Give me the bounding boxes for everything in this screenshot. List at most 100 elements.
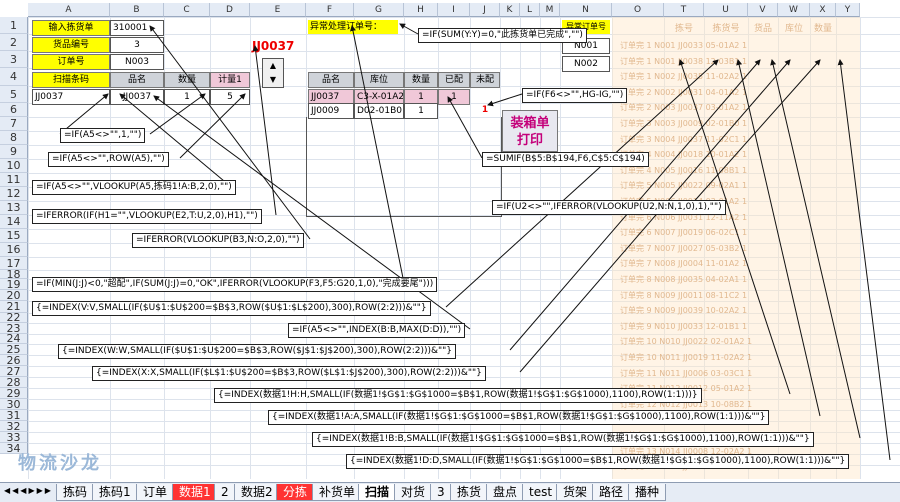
- formula-callout-index-b: {=INDEX(数据1!B:B,SMALL(IF(数据1!$G$1:$G$100…: [312, 432, 814, 447]
- column-header[interactable]: X: [810, 3, 836, 17]
- cell-c5[interactable]: 1: [164, 89, 210, 105]
- formula-callout-index-v: {=INDEX(V:V,SMALL(IF($U$1:$U$200=$B$3,RO…: [32, 301, 431, 316]
- row-header[interactable]: 3: [0, 51, 28, 68]
- row-header[interactable]: 12: [0, 187, 28, 201]
- row-header[interactable]: 4: [0, 68, 28, 86]
- sheet-tab-bar[interactable]: ◀◀◀▶▶▶ 拣码 拣码1 订单 数据1 2 数据2 分拣 补货单 扫描 对货 3 拣货 盘点 test 货…: [0, 482, 900, 502]
- column-header[interactable]: K: [500, 3, 520, 17]
- cell-a4-label: 扫描条码: [32, 72, 110, 88]
- sheet-tab[interactable]: 拣码: [56, 484, 95, 501]
- row-header[interactable]: 16: [0, 243, 28, 257]
- sheet-tab[interactable]: 分拣: [276, 484, 315, 501]
- cell-a1-label: 输入拣货单: [32, 20, 110, 36]
- formula-callout-sum-y: =IF(SUM(Y:Y)=0,"此拣货单已完成",""): [418, 28, 587, 43]
- cell-c4-header: 数量: [164, 72, 210, 88]
- faint-data-row: 订单完 7 N007 JJ0027 05-03B2 1: [620, 243, 748, 253]
- column-header[interactable]: C: [164, 3, 210, 17]
- column-header[interactable]: A: [28, 3, 110, 17]
- formula-callout-min: =IF(MIN(J:J)<0,"超配",IF(SUM(J:J)=0,"OK",I…: [32, 277, 438, 292]
- column-header[interactable]: N: [560, 3, 612, 17]
- cell-d5[interactable]: 5: [210, 89, 250, 105]
- row-header[interactable]: 7: [0, 117, 28, 131]
- print-packing-list-button[interactable]: 装箱单 打印: [502, 110, 558, 152]
- row-header[interactable]: 10: [0, 159, 28, 173]
- cell-b5[interactable]: JJ0037: [110, 89, 164, 105]
- sheet-tab[interactable]: test: [522, 484, 560, 501]
- faint-data-row: 订单完 8 N008 JJ0035 04-02A1 1: [620, 275, 748, 284]
- spin-down-icon[interactable]: ▼: [263, 73, 283, 87]
- column-header[interactable]: O: [612, 3, 664, 17]
- faint-data-row: 订单完 2 N002 JJ0031 04-01A2 1: [620, 87, 748, 97]
- sheet-tab[interactable]: 订单: [136, 484, 175, 501]
- sheet-tab[interactable]: 补货单: [312, 484, 363, 501]
- column-header[interactable]: E: [250, 3, 306, 17]
- cell-b1-value[interactable]: 310001: [110, 20, 164, 36]
- formula-callout-iferror-h1: =IFERROR(IF(H1="",VLOOKUP(E2,T:U,2,0),H1…: [32, 209, 262, 224]
- sheet-tab[interactable]: 对货: [394, 484, 433, 501]
- formula-callout-index-h: {=INDEX(数据1!H:H,SMALL(IF(数据1!$G$1:$G$100…: [214, 388, 702, 403]
- sheet-tab[interactable]: 货架: [556, 484, 595, 501]
- faint-data-row: 订单完 3 N003 JJ0009 02-01B0 1: [620, 119, 748, 128]
- row-header[interactable]: 1: [0, 17, 28, 34]
- cell-i5[interactable]: 1: [438, 89, 470, 105]
- faint-data-row: 订单完 7 N008 JJ0004 11-01A2 1: [620, 259, 748, 269]
- faint-data-row: 订单完 8 N009 JJ0011 08-11C2 1: [620, 290, 748, 300]
- column-header[interactable]: D: [210, 3, 250, 17]
- row-header[interactable]: 6: [0, 103, 28, 117]
- column-header[interactable]: I: [438, 3, 470, 17]
- formula-callout-row: =IF(A5<>"",ROW(A5),""): [48, 152, 169, 167]
- cell-b3-value[interactable]: N003: [110, 54, 164, 70]
- column-header[interactable]: H: [404, 3, 438, 17]
- column-header[interactable]: T: [664, 3, 704, 17]
- row-header[interactable]: 8: [0, 131, 28, 145]
- column-header[interactable]: G: [354, 3, 404, 17]
- sheet-tab[interactable]: 扫描: [358, 484, 397, 501]
- sheet-tab[interactable]: 拣码1: [92, 484, 138, 501]
- cell-t1: 拣号: [674, 24, 693, 34]
- row-header[interactable]: 13: [0, 201, 28, 215]
- row-header[interactable]: 2: [0, 34, 28, 51]
- row-header[interactable]: 5: [0, 86, 28, 103]
- column-header[interactable]: F: [306, 3, 354, 17]
- cell-e2-red: JJ0037: [252, 39, 295, 53]
- faint-data-row: 订单完 6 N007 JJ0019 06-02C1 1: [620, 228, 748, 238]
- column-header[interactable]: B: [110, 3, 164, 17]
- cell-a2-label: 货品编号: [32, 37, 110, 53]
- cell-n3[interactable]: N002: [562, 56, 610, 72]
- column-header[interactable]: L: [520, 3, 540, 17]
- spin-up-icon[interactable]: ▲: [263, 59, 283, 73]
- column-header[interactable]: M: [540, 3, 560, 17]
- column-header[interactable]: U: [704, 3, 748, 17]
- sheet-tab[interactable]: 拣货: [450, 484, 489, 501]
- faint-data-row: 订单完 3 N004 JJ0037 11-02C1 1: [620, 134, 748, 144]
- column-header[interactable]: Y: [836, 3, 860, 17]
- cell-f1-label: 异常处理订单号：: [308, 20, 398, 34]
- row-header[interactable]: 14: [0, 215, 28, 229]
- row-header[interactable]: 9: [0, 145, 28, 159]
- column-header[interactable]: V: [748, 3, 778, 17]
- column-header[interactable]: J: [470, 3, 500, 17]
- cell-b2-value[interactable]: 3: [110, 37, 164, 53]
- formula-callout-vlookup: =IF(A5<>"",VLOOKUP(A5,拣码1!A:B,2,0),""): [32, 180, 236, 195]
- sheet-tab[interactable]: 盘点: [486, 484, 525, 501]
- sheet-tab[interactable]: 数据1: [172, 484, 218, 501]
- cell-j6[interactable]: 1: [470, 103, 500, 117]
- formula-callout-sumif: =SUMIF(B$5:B$194,F6,C$5:C$194): [482, 152, 649, 167]
- sheet-tab[interactable]: 3: [430, 484, 452, 501]
- formula-callout-max: =IF(A5<>"",INDEX(B:B,MAX(D:D)),""): [288, 323, 466, 338]
- row-header[interactable]: 11: [0, 173, 28, 187]
- tab-nav-arrows-icon[interactable]: ◀◀◀▶▶▶: [4, 486, 53, 495]
- sheet-tab[interactable]: 路径: [592, 484, 631, 501]
- spreadsheet[interactable]: ABCDEFGHIJKLMNOTUVWXY 1 2 3 4 5 6 7 8 9 10 11 12 13 1…: [0, 0, 900, 502]
- cell-a5[interactable]: JJ0037: [32, 89, 110, 105]
- spinner-control[interactable]: ▲ ▼: [262, 58, 284, 88]
- sheet-tab[interactable]: 数据2: [234, 484, 280, 501]
- formula-callout-jk: =IF(F6<>"",HG-IG,""): [522, 88, 628, 103]
- watermark-logo: 物流沙龙: [18, 453, 102, 474]
- sheet-tab[interactable]: 播种: [628, 484, 667, 501]
- middle-table-body: [306, 117, 502, 217]
- faint-data-row: 订单完 10 N010 JJ0022 02-01A2 1: [620, 337, 753, 347]
- row-header[interactable]: 15: [0, 229, 28, 243]
- column-header[interactable]: W: [778, 3, 810, 17]
- sheet-tab[interactable]: 2: [214, 484, 236, 501]
